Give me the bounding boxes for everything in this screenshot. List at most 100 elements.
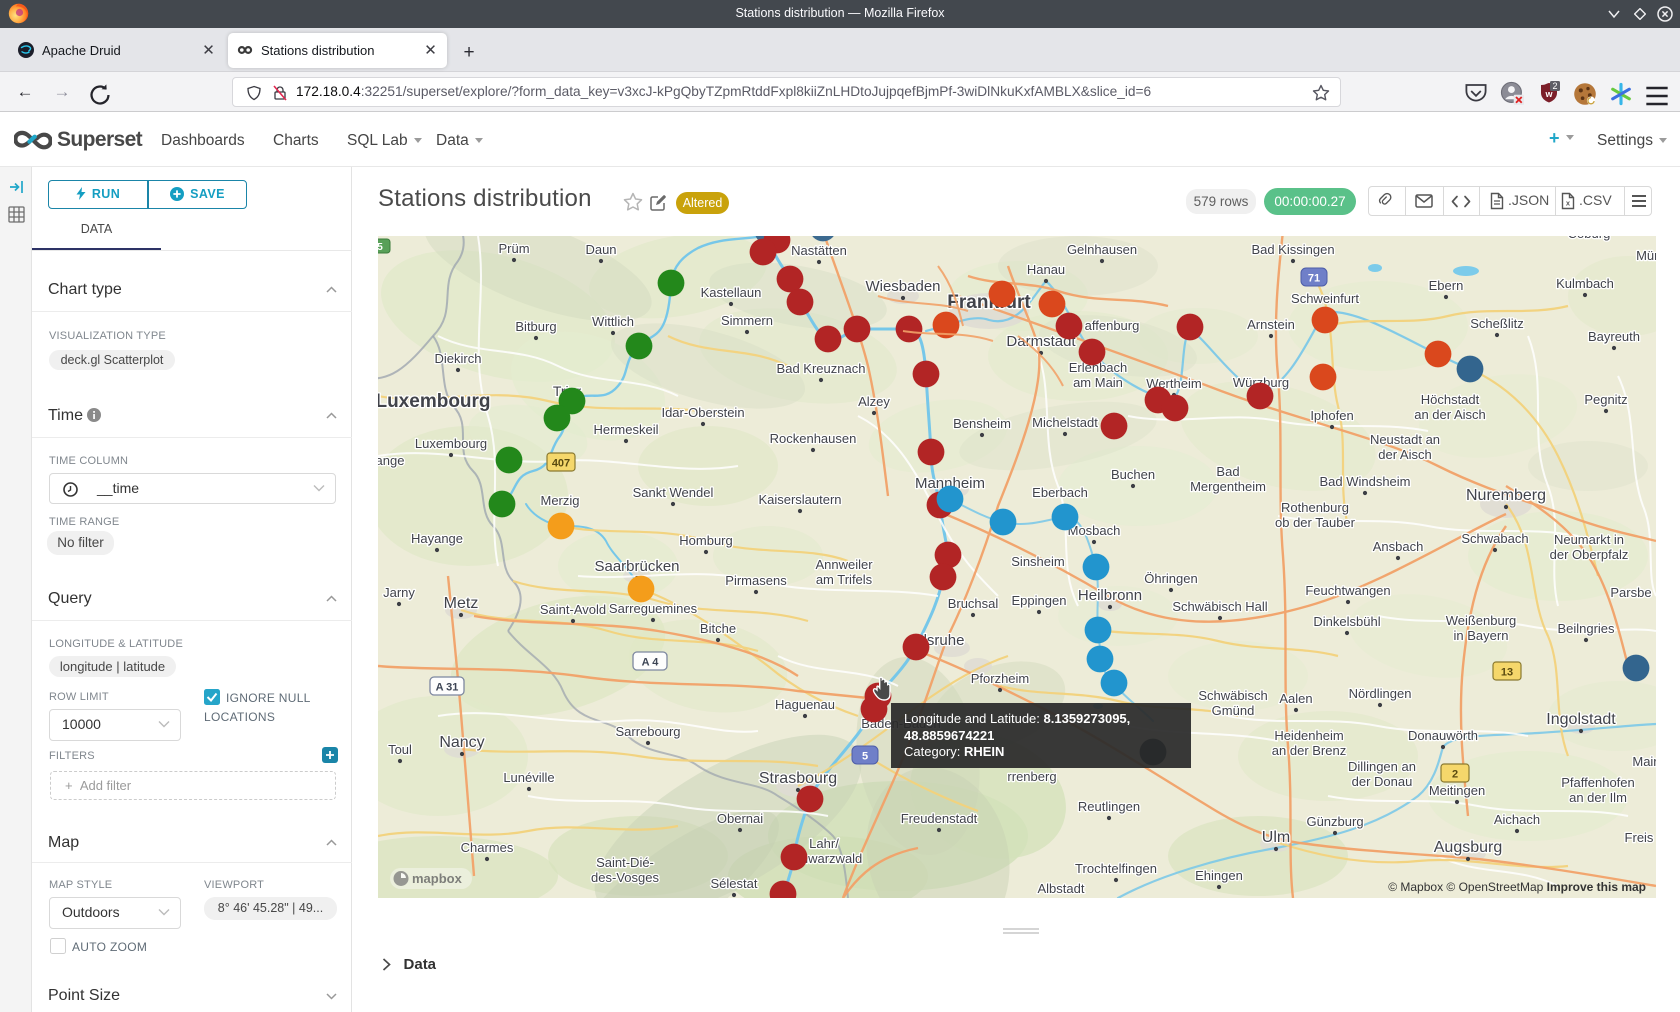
svg-text:Bad Windsheim: Bad Windsheim <box>1319 474 1410 489</box>
svg-text:Sarreguemines: Sarreguemines <box>609 601 698 616</box>
svg-text:x: x <box>1566 199 1571 208</box>
svg-text:Bad Kissingen: Bad Kissingen <box>1251 242 1334 257</box>
svg-text:Mergentheim: Mergentheim <box>1190 479 1266 494</box>
svg-text:Idar-Oberstein: Idar-Oberstein <box>661 405 744 420</box>
svg-text:Hanau: Hanau <box>1027 262 1065 277</box>
svg-text:Charmes: Charmes <box>461 840 514 855</box>
svg-text:Dillingen an: Dillingen an <box>1348 759 1416 774</box>
svg-text:Arnstein: Arnstein <box>1247 317 1295 332</box>
svg-text:am Trifels: am Trifels <box>816 572 873 587</box>
svg-text:5: 5 <box>378 242 383 253</box>
svg-text:rrenberg: rrenberg <box>1007 769 1056 784</box>
svg-text:Kaiserslautern: Kaiserslautern <box>758 492 841 507</box>
svg-text:Strasbourg: Strasbourg <box>759 770 837 787</box>
svg-text:Sélestat: Sélestat <box>711 876 758 891</box>
svg-text:Michelstadt: Michelstadt <box>1032 415 1098 430</box>
svg-text:Freis: Freis <box>1625 830 1654 845</box>
svg-text:Pforzheim: Pforzheim <box>971 671 1030 686</box>
svg-text:Dinkelsbühl: Dinkelsbühl <box>1313 614 1380 629</box>
svg-text:Eppingen: Eppingen <box>1012 593 1067 608</box>
svg-text:Bitche: Bitche <box>700 621 736 636</box>
svg-text:der Oberpfalz: der Oberpfalz <box>1550 547 1629 562</box>
svg-text:Sankt Wendel: Sankt Wendel <box>633 485 714 500</box>
svg-text:Pirmasens: Pirmasens <box>725 573 787 588</box>
svg-text:Heilbronn: Heilbronn <box>1078 587 1142 604</box>
svg-text:Rothenburg: Rothenburg <box>1281 500 1349 515</box>
svg-text:Obernai: Obernai <box>717 811 763 826</box>
svg-text:Wiesbaden: Wiesbaden <box>865 278 940 295</box>
svg-text:Feuchtwangen: Feuchtwangen <box>1305 583 1390 598</box>
svg-text:Wittlich: Wittlich <box>592 314 634 329</box>
svg-text:Alzey: Alzey <box>858 394 890 409</box>
svg-text:Ulm: Ulm <box>1262 829 1290 846</box>
svg-text:Rockenhausen: Rockenhausen <box>770 431 857 446</box>
svg-text:Kulmbach: Kulmbach <box>1556 276 1614 291</box>
svg-text:2: 2 <box>1452 769 1458 781</box>
svg-text:2: 2 <box>1552 81 1557 91</box>
svg-text:Gelnhausen: Gelnhausen <box>1067 242 1137 257</box>
svg-text:Schwäbisch Hall: Schwäbisch Hall <box>1172 599 1267 614</box>
svg-text:Jarny: Jarny <box>383 585 415 600</box>
svg-text:Schwabach: Schwabach <box>1461 531 1528 546</box>
svg-text:des-Vosges: des-Vosges <box>591 870 659 885</box>
svg-text:Ebern: Ebern <box>1429 278 1464 293</box>
svg-text:in Bayern: in Bayern <box>1454 628 1509 643</box>
svg-text:Pfaffenhofen: Pfaffenhofen <box>1561 775 1635 790</box>
svg-text:5: 5 <box>862 751 868 763</box>
svg-text:Trochtelfingen: Trochtelfingen <box>1075 861 1157 876</box>
svg-text:Nancy: Nancy <box>439 734 484 751</box>
svg-text:Iphofen: Iphofen <box>1310 408 1353 423</box>
svg-text:Eberbach: Eberbach <box>1032 485 1088 500</box>
svg-text:Lahr/: Lahr/ <box>809 836 839 851</box>
svg-text:Sinsheim: Sinsheim <box>1011 554 1064 569</box>
svg-text:Bitburg: Bitburg <box>515 319 556 334</box>
svg-text:Saint-Dié-: Saint-Dié- <box>596 855 654 870</box>
svg-text:Nördlingen: Nördlingen <box>1349 686 1412 701</box>
svg-text:407: 407 <box>552 458 570 470</box>
svg-text:Münc: Münc <box>1636 248 1656 263</box>
svg-text:Bad Kreuznach: Bad Kreuznach <box>777 361 866 376</box>
svg-text:Gmünd: Gmünd <box>1212 703 1255 718</box>
svg-text:Nastätten: Nastätten <box>791 243 847 258</box>
svg-text:Buchen: Buchen <box>1111 467 1155 482</box>
svg-text:Lunéville: Lunéville <box>503 770 554 785</box>
svg-text:Coburg: Coburg <box>1568 236 1611 241</box>
svg-text:Günzburg: Günzburg <box>1306 814 1363 829</box>
svg-text:13: 13 <box>1501 667 1513 679</box>
svg-text:Bruchsal: Bruchsal <box>948 596 999 611</box>
svg-text:Haguenau: Haguenau <box>775 697 835 712</box>
svg-text:Bayreuth: Bayreuth <box>1588 329 1640 344</box>
svg-text:71: 71 <box>1308 273 1320 285</box>
svg-text:Schweinfurt: Schweinfurt <box>1291 291 1359 306</box>
svg-text:Hermeskeil: Hermeskeil <box>593 422 658 437</box>
svg-text:der Donau: der Donau <box>1352 774 1413 789</box>
svg-text:A 31: A 31 <box>436 682 459 694</box>
svg-text:A 4: A 4 <box>642 657 660 669</box>
svg-text:Daun: Daun <box>585 242 616 257</box>
svg-text:© Mapbox © OpenStreetMap Impro: © Mapbox © OpenStreetMap Improve this ma… <box>1388 880 1646 894</box>
svg-text:Metz: Metz <box>444 595 479 612</box>
svg-text:mapbox: mapbox <box>412 871 463 886</box>
svg-text:Bensheim: Bensheim <box>953 416 1011 431</box>
svg-text:Bad: Bad <box>1216 464 1239 479</box>
svg-text:Homburg: Homburg <box>679 533 732 548</box>
svg-text:ob der Tauber: ob der Tauber <box>1275 515 1356 530</box>
svg-text:Kastellaun: Kastellaun <box>701 285 762 300</box>
svg-text:Meitingen: Meitingen <box>1429 783 1485 798</box>
svg-text:Diekirch: Diekirch <box>435 351 482 366</box>
svg-text:Reutlingen: Reutlingen <box>1078 799 1140 814</box>
svg-text:Schwäbisch: Schwäbisch <box>1198 688 1267 703</box>
svg-text:Merzig: Merzig <box>540 493 579 508</box>
svg-text:Neumarkt in: Neumarkt in <box>1554 532 1624 547</box>
svg-text:an der Ilm: an der Ilm <box>1569 790 1627 805</box>
svg-text:Heidenheim: Heidenheim <box>1274 728 1343 743</box>
svg-text:affenburg: affenburg <box>1085 318 1140 333</box>
svg-text:Neustadt an: Neustadt an <box>1370 432 1440 447</box>
svg-text:Nuremberg: Nuremberg <box>1466 487 1546 504</box>
svg-text:an der Aisch: an der Aisch <box>1414 407 1486 422</box>
svg-text:an der Brenz: an der Brenz <box>1272 743 1346 758</box>
svg-text:Saarbrücken: Saarbrücken <box>594 558 679 575</box>
svg-text:Aalen: Aalen <box>1279 691 1312 706</box>
svg-text:Saint-Avold: Saint-Avold <box>540 602 606 617</box>
svg-text:Luxembourg: Luxembourg <box>415 436 487 451</box>
